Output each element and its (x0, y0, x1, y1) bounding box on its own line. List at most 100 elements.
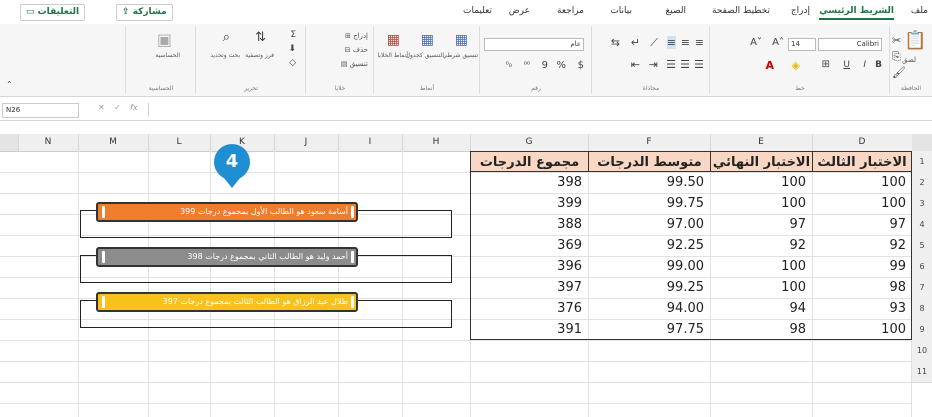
paste-icon[interactable]: 📋 (904, 30, 926, 51)
clear-icon[interactable]: ◇ (289, 58, 296, 68)
autosum-icon[interactable]: Σ (290, 30, 296, 40)
tab-page-layout[interactable]: تخطيط الصفحة (712, 6, 770, 16)
resize-handle[interactable] (102, 296, 105, 308)
tab-review[interactable]: مراجعة (557, 6, 584, 16)
table-cell[interactable]: 388 (470, 214, 588, 235)
header-average[interactable]: متوسط الدرجات (588, 151, 711, 172)
table-cell[interactable]: 399 (470, 193, 588, 214)
tab-file[interactable]: ملف (911, 6, 928, 16)
table-cell[interactable]: 98 (710, 319, 812, 340)
align-right-icon[interactable]: ☰ (694, 58, 704, 71)
align-center-icon[interactable]: ☰ (680, 58, 690, 71)
table-cell[interactable]: 100 (710, 256, 812, 277)
tab-formulas[interactable]: الصيغ (665, 6, 686, 16)
callout-first-student[interactable]: أسامة سعود هو الطالب الأول بمجموع درجات … (96, 202, 358, 222)
currency-icon[interactable]: $ (578, 60, 584, 71)
merge-icon[interactable]: ⇆ (611, 36, 620, 49)
grow-font-icon[interactable]: A˄ (772, 37, 784, 48)
align-bottom-icon[interactable]: ≡ (666, 36, 676, 49)
delete-cells-button[interactable]: ⊟ حذف (345, 46, 368, 54)
resize-handle[interactable] (351, 206, 354, 218)
tab-data[interactable]: بيانات (610, 6, 632, 16)
resize-handle[interactable] (351, 296, 354, 308)
table-cell[interactable]: 100 (710, 172, 812, 193)
wrap-text-icon[interactable]: ↵ (631, 36, 640, 49)
insert-cells-button[interactable]: ⊞ إدراج (345, 32, 368, 40)
table-cell[interactable]: 398 (470, 172, 588, 193)
sensitivity-icon[interactable]: ▣ (157, 30, 172, 49)
row-header-4[interactable]: 4 (912, 214, 932, 236)
format-cells-button[interactable]: ▤ تنسيق (341, 60, 368, 68)
table-cell[interactable]: 92.25 (588, 235, 710, 256)
table-cell[interactable]: 397 (470, 277, 588, 298)
tab-home[interactable]: الشريط الرئيسي (819, 6, 894, 20)
format-as-table-label[interactable]: التنسيق كجدول (406, 52, 444, 59)
enter-icon[interactable]: ✓ (114, 103, 121, 112)
cell-styles-label[interactable]: أنماط الخلايا (377, 52, 408, 59)
cell-styles-icon[interactable]: ▦ (387, 32, 400, 48)
table-cell[interactable]: 100 (812, 193, 912, 214)
copy-icon[interactable]: ⎘ (892, 50, 901, 64)
row-header-6[interactable]: 6 (912, 256, 932, 278)
column-header-L[interactable]: L (148, 134, 211, 151)
row-header-5[interactable]: 5 (912, 235, 932, 257)
column-header-F[interactable]: F (588, 134, 711, 151)
resize-handle[interactable] (351, 251, 354, 263)
header-total[interactable]: مجموع الدرجات (470, 151, 589, 172)
find-select-icon[interactable]: ⌕ (223, 30, 230, 45)
column-header-M[interactable]: M (78, 134, 149, 151)
table-cell[interactable]: 99.50 (588, 172, 710, 193)
font-name-box[interactable]: Calibri (818, 38, 882, 51)
sort-filter-icon[interactable]: ⇅ (255, 30, 266, 45)
row-header-2[interactable]: 2 (912, 172, 932, 194)
table-cell[interactable]: 99 (812, 256, 912, 277)
table-cell[interactable]: 92 (812, 235, 912, 256)
row-header-9[interactable]: 9 (912, 319, 932, 341)
column-header-H[interactable]: H (402, 134, 471, 151)
italic-icon[interactable]: I (863, 60, 866, 70)
row-header-10[interactable]: 10 (912, 340, 932, 362)
row-header-7[interactable]: 7 (912, 277, 932, 299)
column-header-I[interactable]: I (338, 134, 403, 151)
row-header-3[interactable]: 3 (912, 193, 932, 215)
formula-input[interactable] (148, 103, 928, 116)
table-cell[interactable]: 93 (812, 298, 912, 319)
table-cell[interactable]: 92 (710, 235, 812, 256)
header-final-test[interactable]: الاختبار النهائي (710, 151, 813, 172)
header-third-test[interactable]: الاختبار الثالث (812, 151, 912, 172)
comma-icon[interactable]: 9 (542, 60, 548, 71)
align-left-icon[interactable]: ☰ (666, 58, 676, 71)
bold-icon[interactable]: B (875, 60, 882, 70)
table-cell[interactable]: 391 (470, 319, 588, 340)
function-icon[interactable]: fx (130, 103, 138, 112)
format-painter-icon[interactable]: 🖌 (892, 66, 906, 79)
share-button[interactable]: ⇪ مشاركة (116, 4, 173, 21)
table-cell[interactable]: 100 (812, 319, 912, 340)
fill-color-icon[interactable]: ◈ (792, 59, 800, 72)
number-format-box[interactable]: عام (484, 38, 584, 51)
table-cell[interactable]: 97 (710, 214, 812, 235)
callout-third-student[interactable]: طلال عبد الرزاق هو الطالب الثالث بمجموع … (96, 292, 358, 312)
table-cell[interactable]: 99.00 (588, 256, 710, 277)
conditional-format-icon[interactable]: ▦ (455, 32, 468, 48)
name-box[interactable]: N26 (2, 103, 79, 118)
conditional-format-label[interactable]: تنسيق شرطي (442, 52, 478, 59)
row-header-8[interactable]: 8 (912, 298, 932, 320)
orientation-icon[interactable]: ⟋ (650, 36, 658, 50)
column-header-E[interactable]: E (710, 134, 813, 151)
underline-icon[interactable]: U (843, 60, 850, 70)
table-cell[interactable]: 99.25 (588, 277, 710, 298)
sensitivity-button-label[interactable]: الحساسية (155, 52, 180, 59)
comments-button[interactable]: ▭ التعليقات (20, 4, 86, 21)
resize-handle[interactable] (102, 206, 105, 218)
cut-icon[interactable]: ✂ (892, 34, 901, 47)
resize-handle[interactable] (102, 251, 105, 263)
percent-icon[interactable]: % (556, 60, 566, 71)
table-cell[interactable]: 369 (470, 235, 588, 256)
increase-decimal-icon[interactable]: ⁰⁰ (524, 60, 530, 69)
table-cell[interactable]: 376 (470, 298, 588, 319)
font-size-box[interactable]: 14 (788, 38, 816, 51)
callout-second-student[interactable]: أحمد وليد هو الطالب الثاني بمجموع درجات … (96, 247, 358, 267)
fill-icon[interactable]: ⬇ (288, 44, 296, 54)
collapse-ribbon-icon[interactable]: ⌃ (6, 80, 13, 89)
